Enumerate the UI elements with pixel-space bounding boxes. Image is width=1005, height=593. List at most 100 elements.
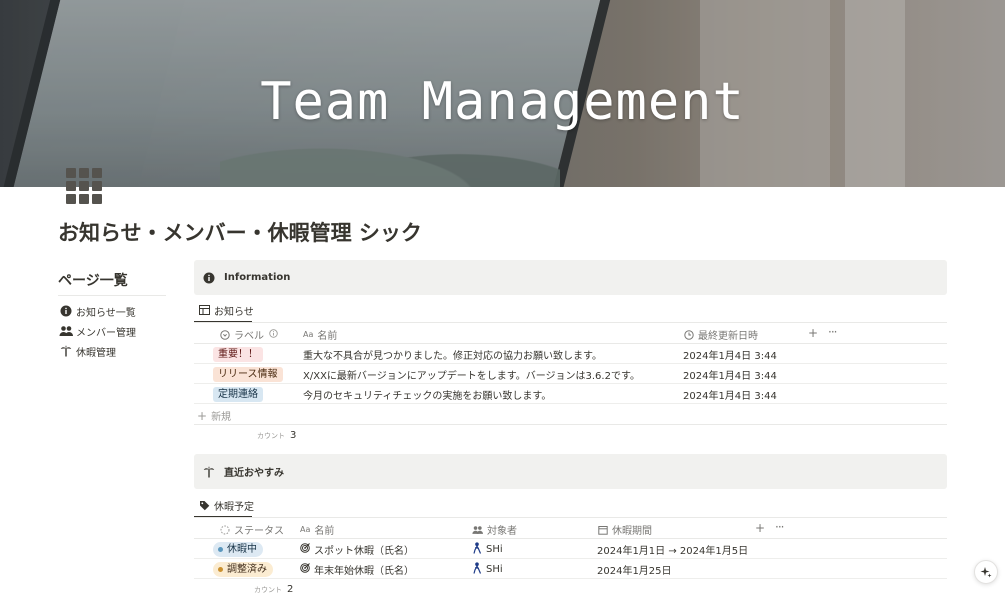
label-cell[interactable]: 重要！！ [213, 347, 263, 362]
more-options-button[interactable]: ··· [775, 520, 785, 534]
column-header-label-text: ラベル [234, 331, 264, 342]
sidebar-list: お知らせ一覧 メンバー管理 休暇管理 [58, 301, 136, 361]
user-avatar-icon [472, 542, 482, 557]
palm-tree-icon [58, 344, 74, 358]
status-dot [218, 567, 223, 572]
add-column-button[interactable]: + [755, 521, 765, 535]
column-header-label[interactable]: ラベル [219, 327, 278, 342]
status-cell[interactable]: 調整済み [213, 562, 273, 577]
table-bottom-border [194, 424, 947, 425]
table-row[interactable]: 調整済み 年末年始休暇（氏名） SHi 2024年1月25日 [194, 559, 947, 579]
column-header-name-text: 名前 [317, 331, 338, 342]
column-header-name[interactable]: Aa 名前 [303, 327, 337, 342]
sidebar-divider [58, 295, 166, 296]
updated-cell: 2024年1月4日 3:44 [683, 391, 777, 402]
tab-notices-table[interactable]: お知らせ [194, 299, 254, 321]
target-icon [300, 563, 310, 576]
name-cell[interactable]: 今月のセキュリティチェックの実施をお願い致します。 [303, 387, 551, 402]
more-options-button[interactable]: ··· [828, 325, 838, 339]
vacation-callout[interactable]: 直近おやすみ [194, 454, 947, 489]
table-row[interactable]: 休暇中 スポット休暇（氏名） SHi 2024年1月1日 → 2024年1月5日 [194, 539, 947, 559]
text-type-icon: Aa [303, 330, 314, 339]
information-callout[interactable]: Information [194, 260, 947, 295]
sidebar-item-vacation[interactable]: 休暇管理 [58, 341, 136, 361]
count-value: 2 [287, 584, 294, 593]
row-count[interactable]: カウント 2 [254, 584, 293, 593]
status-text: 休暇中 [227, 544, 257, 555]
column-header-status[interactable]: ステータス [219, 522, 284, 537]
new-row-label: 新規 [211, 412, 232, 423]
page-title[interactable]: お知らせ・メンバー・休暇管理 シック [58, 217, 422, 247]
name-cell[interactable]: スポット休暇（氏名） [300, 542, 414, 557]
cover-title: Team Management [260, 72, 745, 132]
column-header-target[interactable]: 対象者 [472, 522, 517, 537]
status-badge: 調整済み [213, 562, 273, 577]
column-header-target-text: 対象者 [487, 526, 517, 537]
text-type-icon: Aa [300, 525, 311, 534]
tab-label: 休暇予定 [214, 501, 254, 513]
cover-image: Team Management [0, 0, 1005, 187]
status-badge: 休暇中 [213, 542, 263, 557]
palm-tree-icon [202, 465, 216, 479]
updated-cell: 2024年1月4日 3:44 [683, 371, 777, 382]
period-cell: 2024年1月25日 [597, 566, 672, 577]
count-value: 3 [290, 430, 297, 441]
column-header-status-text: ステータス [234, 526, 284, 537]
ai-assist-button[interactable] [974, 560, 998, 584]
updated-cell: 2024年1月4日 3:44 [683, 351, 777, 362]
status-icon [219, 524, 230, 535]
table-row[interactable]: 重要！！ 重大な不具合が見つかりました。修正対応の協力お願い致します。 2024… [194, 344, 947, 364]
page-grid-icon[interactable] [66, 168, 102, 204]
column-header-period-text: 休暇期間 [612, 526, 652, 537]
table-row[interactable]: リリース情報 X/XXに最新バージョンにアップデートをします。バージョンは3.6… [194, 364, 947, 384]
sidebar-item-notices[interactable]: お知らせ一覧 [58, 301, 136, 321]
period-cell: 2024年1月1日 → 2024年1月5日 [597, 546, 749, 557]
name-cell[interactable]: 年末年始休暇（氏名） [300, 562, 414, 577]
column-header-name[interactable]: Aa 名前 [300, 522, 334, 537]
clock-icon [683, 329, 694, 340]
label-cell[interactable]: リリース情報 [213, 367, 283, 382]
label-tag: リリース情報 [213, 367, 283, 382]
sidebar-heading: ページ一覧 [58, 273, 128, 289]
sidebar-item-label: メンバー管理 [76, 327, 136, 339]
people-icon [58, 324, 74, 338]
tab-vacation-view[interactable]: 休暇予定 [194, 494, 254, 516]
table-top-border [194, 517, 947, 518]
name-text: スポット休暇（氏名） [314, 546, 414, 557]
sidebar-item-label: お知らせ一覧 [76, 307, 136, 319]
name-text: 年末年始休暇（氏名） [314, 566, 414, 577]
label-tag: 定期連絡 [213, 387, 263, 402]
name-cell[interactable]: 重大な不具合が見つかりました。修正対応の協力お願い致します。 [303, 347, 602, 362]
sidebar-item-label: 休暇管理 [76, 347, 116, 359]
column-header-period[interactable]: 休暇期間 [597, 522, 652, 537]
label-tag: 重要！！ [213, 347, 263, 362]
tag-icon [198, 499, 210, 511]
target-name: SHi [486, 564, 503, 575]
tab-label: お知らせ [214, 306, 254, 318]
name-cell[interactable]: X/XXに最新バージョンにアップデートをします。バージョンは3.6.2です。 [303, 367, 640, 382]
sparkle-icon [980, 563, 992, 582]
plus-icon: + [197, 408, 208, 423]
target-icon [300, 543, 310, 556]
column-header-updated[interactable]: 最終更新日時 [683, 327, 758, 342]
callout-title: 直近おやすみ [224, 468, 284, 479]
column-header-name-text: 名前 [314, 526, 335, 537]
person-type-icon [472, 524, 483, 535]
target-cell[interactable]: SHi [472, 562, 503, 577]
user-avatar-icon [472, 562, 482, 577]
status-cell[interactable]: 休暇中 [213, 542, 263, 557]
target-cell[interactable]: SHi [472, 542, 503, 557]
table-row[interactable]: 定期連絡 今月のセキュリティチェックの実施をお願い致します。 2024年1月4日… [194, 384, 947, 404]
status-text: 調整済み [227, 564, 267, 575]
table-icon [198, 304, 210, 316]
sidebar-item-members[interactable]: メンバー管理 [58, 321, 136, 341]
add-column-button[interactable]: + [808, 326, 818, 340]
info-icon [202, 271, 216, 285]
label-cell[interactable]: 定期連絡 [213, 387, 263, 402]
row-count[interactable]: カウント 3 [257, 430, 296, 441]
callout-title: Information [224, 272, 291, 283]
status-dot [218, 547, 223, 552]
new-row-button[interactable]: + 新規 [197, 408, 232, 424]
table-top-border [194, 322, 947, 323]
count-label: カウント [254, 586, 282, 593]
